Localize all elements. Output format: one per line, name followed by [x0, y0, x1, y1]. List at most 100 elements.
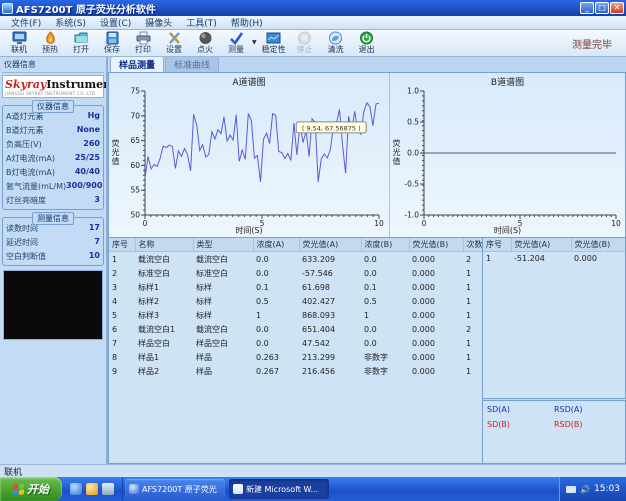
result-table-row[interactable]: 1-51.2040.000 [483, 252, 626, 265]
svg-text:1.0: 1.0 [407, 87, 419, 96]
show-desktop-icon[interactable] [102, 483, 114, 495]
sample-table-header[interactable]: 类型 [193, 238, 253, 252]
toolbar-button-退出[interactable]: 退出 [352, 31, 382, 54]
sample-table-header[interactable]: 名称 [135, 238, 193, 252]
sample-table-header[interactable]: 荧光值(B) [409, 238, 463, 252]
toolbar-button-保存[interactable]: 保存 [97, 31, 127, 54]
system-tray: 🔊 15:03 [559, 477, 626, 501]
sample-table-header[interactable]: 序号 [109, 238, 135, 252]
word-doc-icon [233, 484, 243, 494]
sd-b-label: SD(B) [487, 420, 554, 429]
instrument-info-row-6: 灯丝亮暗度3 [5, 193, 101, 207]
svg-text:65: 65 [130, 136, 140, 145]
instrument-panel: 仪器信息 SkyrayInstrument JIANGSU SKYRAY INS… [0, 57, 108, 464]
close-button[interactable]: ✕ [610, 2, 624, 14]
internet-explorer-icon[interactable] [70, 483, 82, 495]
toolbar-button-联机[interactable]: 联机 [4, 31, 34, 54]
table-row[interactable]: 5标样3标样1868.09310.0001 [109, 308, 483, 322]
toolbar-button-预热[interactable]: 预热 [35, 31, 65, 54]
sample-table[interactable]: 序号名称类型浓度(A)荧光值(A)浓度(B)荧光值(B)次数 1载流空白载流空白… [109, 238, 483, 378]
instrument-info-row-4: B灯电流(mA)40/40 [5, 165, 101, 179]
sample-table-header[interactable]: 荧光值(A) [299, 238, 361, 252]
instrument-info-row-5: 氩气流量(mL/M)300/900 [5, 179, 101, 193]
open-folder-icon [74, 31, 89, 45]
sd-a-label: SD(A) [487, 405, 554, 414]
result-table[interactable]: 序号荧光值(A)荧光值(B) 1-51.2040.000 [483, 238, 626, 264]
volume-icon[interactable]: 🔊 [580, 485, 590, 494]
measure-info-row-2: 空白判断值10 [5, 249, 101, 263]
table-row[interactable]: 3标样1标样0.161.6980.10.0001 [109, 280, 483, 294]
stats-box: SD(A) RSD(A) SD(B) RSD(B) [483, 400, 626, 464]
taskbar-task-0[interactable]: AFS7200T 原子荧光 [125, 479, 225, 499]
toolbar-button-测量[interactable]: 测量 [221, 31, 251, 54]
result-table-header[interactable]: 荧光值(B) [571, 238, 626, 252]
start-button-label: 开始 [27, 481, 49, 497]
instrument-info-row-1: B道灯元素None [5, 123, 101, 137]
svg-text:0.5: 0.5 [407, 118, 419, 127]
chart-a-xlabel: 时间(S) [109, 225, 389, 236]
menu-item-3[interactable]: 摄像头 [138, 16, 179, 29]
connection-status: 联机 [4, 465, 22, 478]
sample-table-panel: 序号名称类型浓度(A)荧光值(A)浓度(B)荧光值(B)次数 1载流空白载流空白… [108, 238, 483, 464]
maximize-button[interactable]: □ [595, 2, 609, 14]
menu-item-2[interactable]: 设置(C) [93, 16, 138, 29]
afs-app-icon [129, 484, 139, 494]
sample-table-header[interactable]: 浓度(A) [253, 238, 299, 252]
result-table-header[interactable]: 荧光值(A) [511, 238, 571, 252]
table-row[interactable]: 8样品1样品0.263213.299非数字0.0001 [109, 350, 483, 364]
menu-item-5[interactable]: 帮助(H) [224, 16, 270, 29]
measure-check-icon [229, 31, 244, 45]
rsd-b-label: RSD(B) [554, 420, 621, 429]
chart-b-plot[interactable]: 05101.00.50.0-0.5-1.0 [396, 85, 624, 233]
table-row[interactable]: 7样品空白样品空白0.047.5420.00.0001 [109, 336, 483, 350]
table-row[interactable]: 6载流空白1载流空白0.0651.4040.00.0002 [109, 322, 483, 336]
tab-标准曲线[interactable]: 标准曲线 [165, 57, 219, 72]
charts-row: A道谱图 荧光值 0510505560657075( 9.54, 67.5687… [108, 72, 626, 238]
svg-text:60: 60 [130, 161, 140, 170]
svg-text:-0.5: -0.5 [404, 180, 419, 189]
toolbar-button-稳定性[interactable]: 稳定性 [259, 31, 289, 54]
taskbar: 开始 AFS7200T 原子荧光新建 Microsoft W... 🔊 15:0… [0, 477, 626, 501]
rsd-a-label: RSD(A) [554, 405, 621, 414]
sample-table-header[interactable]: 浓度(B) [361, 238, 409, 252]
start-button[interactable]: 开始 [0, 477, 62, 501]
app-icon [2, 3, 13, 14]
toolbar-button-打印[interactable]: 打印 [128, 31, 158, 54]
minimize-button[interactable]: _ [580, 2, 594, 14]
table-row[interactable]: 4标样2标样0.5402.4270.50.0001 [109, 294, 483, 308]
chart-b-xlabel: 时间(S) [390, 225, 625, 236]
menu-item-4[interactable]: 工具(T) [179, 16, 224, 29]
toolbar-button-设置[interactable]: 设置 [159, 31, 189, 54]
menubar: 文件(F)系统(S)设置(C)摄像头工具(T)帮助(H) [0, 16, 626, 30]
toolbar-button-点火[interactable]: 点火 [190, 31, 220, 54]
tab-样品测量[interactable]: 样品测量 [110, 57, 164, 72]
sample-table-header[interactable]: 次数 [463, 238, 483, 252]
clock: 15:03 [594, 484, 620, 494]
skyray-logo: SkyrayInstrument JIANGSU SKYRAY INSTRUME… [2, 75, 104, 98]
device-tray-icon[interactable] [566, 486, 576, 493]
menu-item-0[interactable]: 文件(F) [4, 16, 48, 29]
toolbar-button-停止: 停止 [290, 31, 320, 54]
menu-item-1[interactable]: 系统(S) [48, 16, 93, 29]
quick-launch-icon[interactable] [86, 483, 98, 495]
toolbar-button-打开[interactable]: 打开 [66, 31, 96, 54]
table-row[interactable]: 9样品2样品0.267216.456非数字0.0001 [109, 364, 483, 378]
stop-circle-icon [297, 31, 312, 45]
ignite-sphere-icon [198, 31, 213, 45]
preheat-flame-icon [43, 31, 58, 45]
chart-a-plot[interactable]: 0510505560657075( 9.54, 67.56875 ) [117, 85, 387, 233]
instrument-panel-caption: 仪器信息 [2, 58, 104, 73]
svg-text:55: 55 [130, 186, 140, 195]
printer-icon [136, 31, 151, 45]
toolbar-button-清洗[interactable]: 清洗 [321, 31, 351, 54]
settings-tools-icon [167, 31, 182, 45]
result-table-panel: 序号荧光值(A)荧光值(B) 1-51.2040.000 [483, 238, 626, 399]
instrument-info-row-3: A灯电流(mA)25/25 [5, 151, 101, 165]
chart-a-panel: A道谱图 荧光值 0510505560657075( 9.54, 67.5687… [109, 73, 390, 237]
measure-dropdown-arrow[interactable]: ▼ [252, 39, 257, 54]
taskbar-task-1[interactable]: 新建 Microsoft W... [229, 479, 329, 499]
instrument-info-row-2: 负高压(V)260 [5, 137, 101, 151]
table-row[interactable]: 1载流空白载流空白0.0633.2090.00.0002 [109, 252, 483, 267]
result-table-header[interactable]: 序号 [483, 238, 511, 252]
table-row[interactable]: 2标准空白标准空白0.0-57.5460.00.0001 [109, 266, 483, 280]
